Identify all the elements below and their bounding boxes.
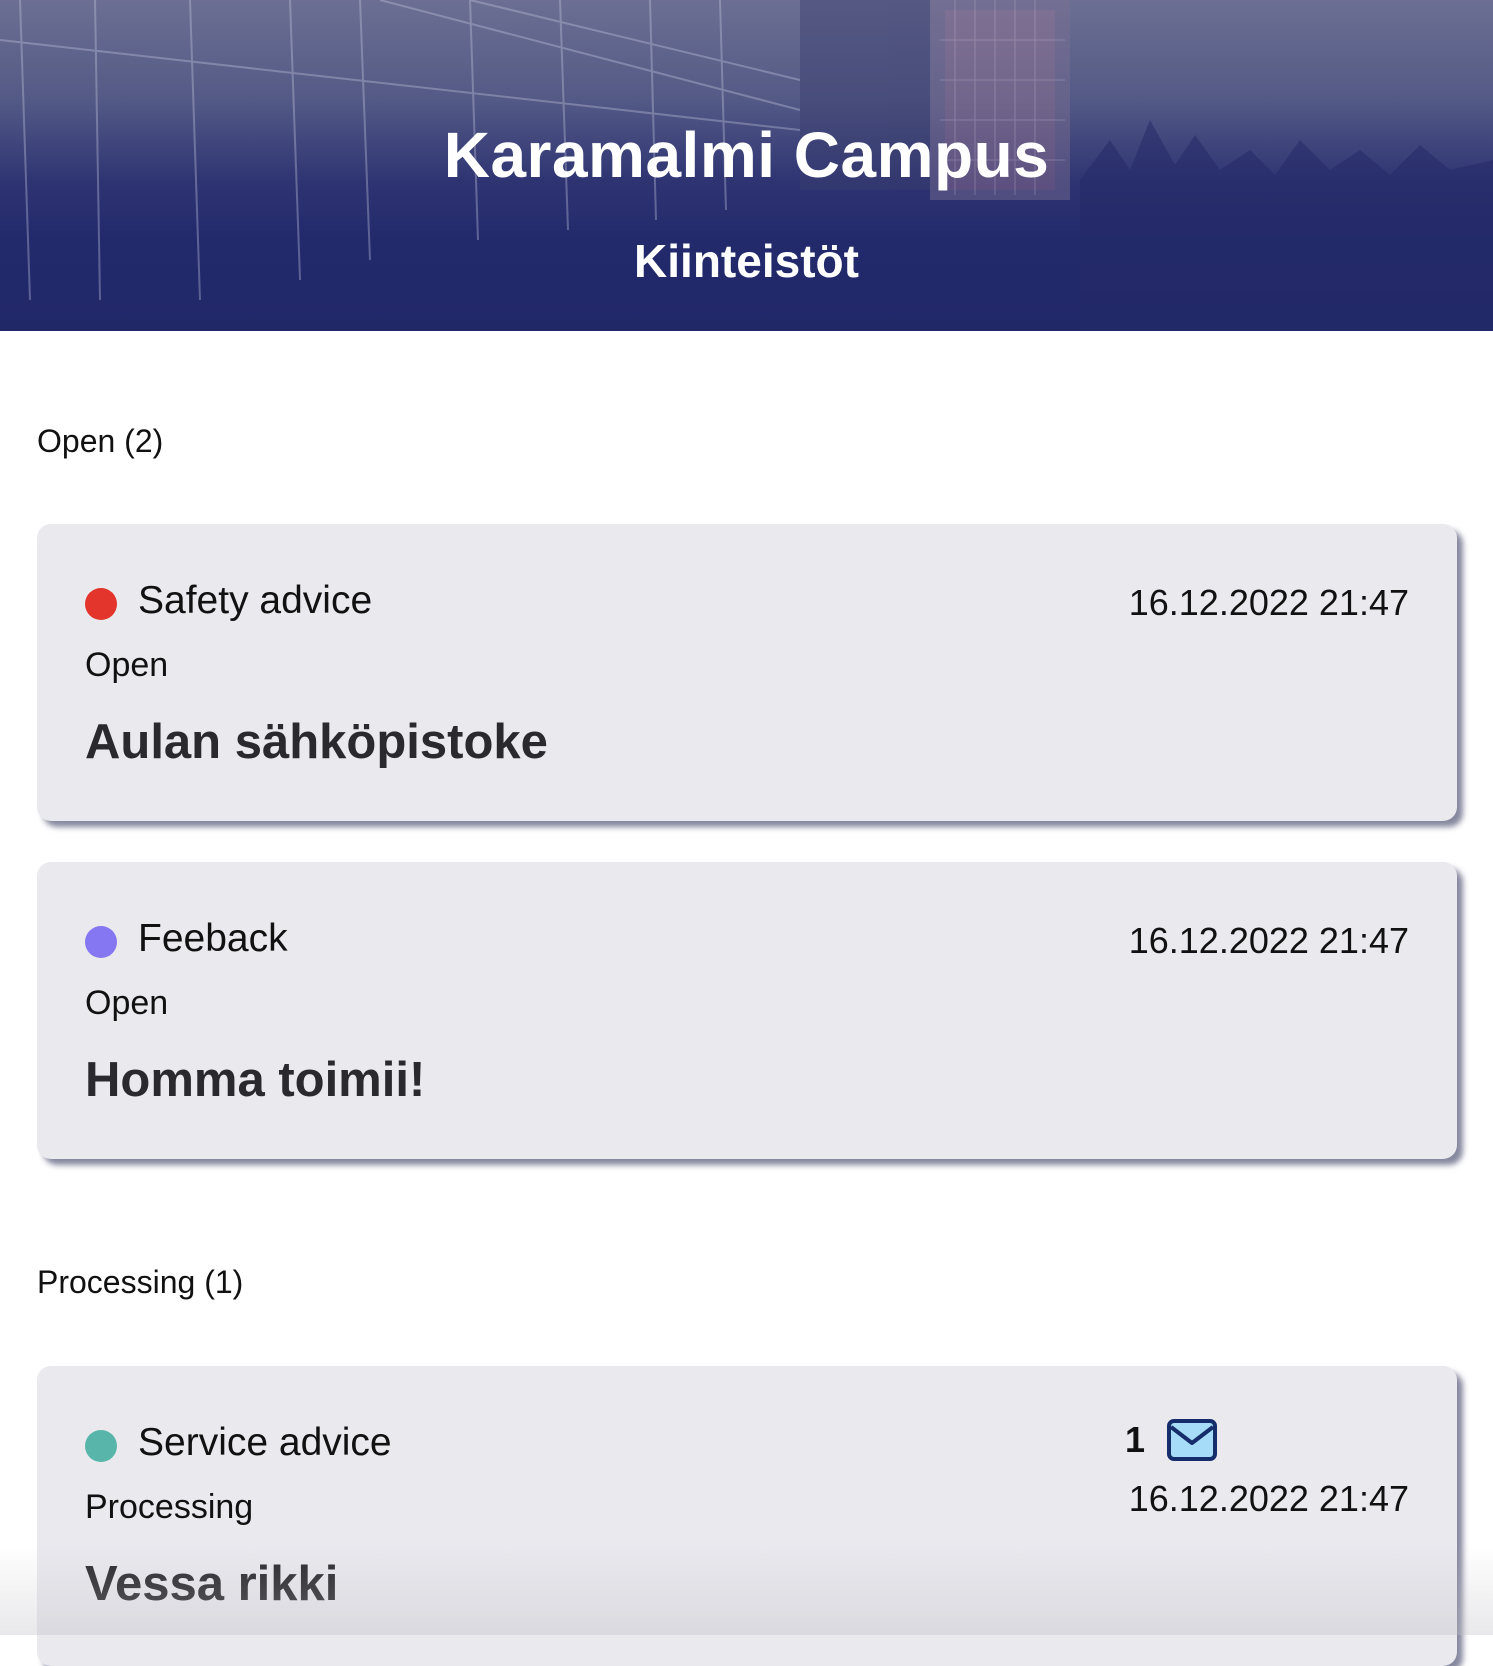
ticket-category: Feeback	[138, 917, 288, 960]
envelope-icon	[1167, 1419, 1217, 1461]
section-heading-open: Open (2)	[37, 423, 164, 459]
ticket-datetime: 16.12.2022 21:47	[1128, 582, 1409, 623]
message-count: 1	[1124, 1419, 1145, 1460]
ticket-status: Open	[85, 984, 169, 1022]
section-heading-processing: Processing (1)	[37, 1264, 244, 1300]
category-dot-icon	[85, 926, 117, 958]
ticket-card[interactable]: Feeback 16.12.2022 21:47 Open Homma toim…	[37, 862, 1457, 1159]
ticket-status: Processing	[85, 1488, 254, 1526]
ticket-category: Safety advice	[138, 579, 373, 622]
ticket-title: Aulan sähköpistoke	[85, 715, 548, 769]
ticket-status: Open	[85, 646, 169, 684]
message-indicator[interactable]: 1	[1125, 1418, 1217, 1462]
category-dot-icon	[85, 588, 117, 620]
ticket-datetime: 16.12.2022 21:47	[1128, 920, 1409, 961]
campus-header: Karamalmi Campus Kiinteistöt	[0, 0, 1493, 331]
ticket-category: Service advice	[138, 1421, 392, 1464]
category-dot-icon	[85, 1430, 117, 1462]
ticket-title: Homma toimii!	[85, 1053, 426, 1107]
ticket-title: Vessa rikki	[85, 1557, 339, 1611]
campus-title: Karamalmi Campus	[443, 119, 1050, 191]
department-subtitle: Kiinteistöt	[634, 235, 859, 287]
ticket-datetime: 16.12.2022 21:47	[1128, 1478, 1409, 1519]
ticket-card[interactable]: Safety advice 16.12.2022 21:47 Open Aula…	[37, 524, 1457, 821]
ticket-card[interactable]: Service advice 1 16.12.2022 21:47 Proces…	[37, 1366, 1457, 1666]
